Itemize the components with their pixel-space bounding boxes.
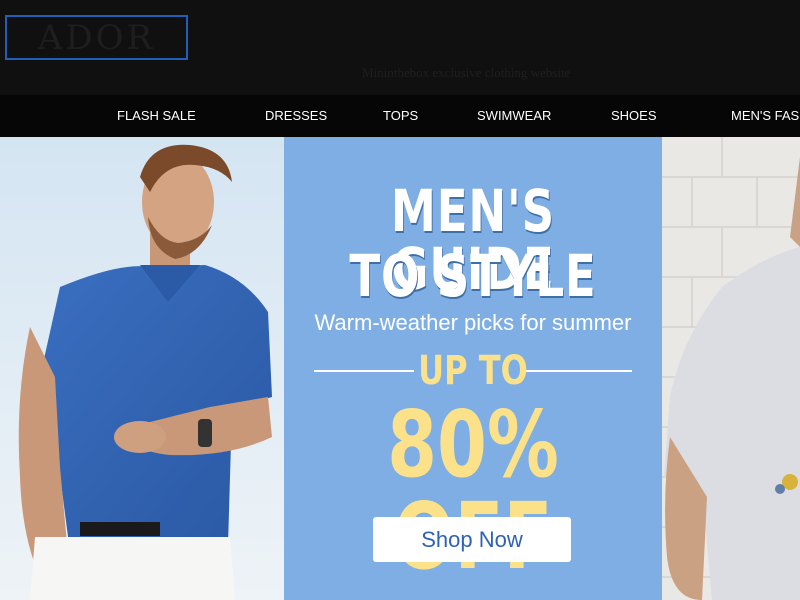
main-nav: FLASH SALE DRESSES TOPS SWIMWEAR SHOES M… xyxy=(0,95,800,137)
model-photo-left xyxy=(0,137,285,600)
nav-item-mens-fashion[interactable]: MEN'S FASHION xyxy=(731,95,800,137)
promo-upto: UP TO xyxy=(418,348,528,394)
model-photo-right xyxy=(662,137,800,600)
nav-item-flash-sale[interactable]: FLASH SALE xyxy=(117,95,196,137)
nav-item-tops[interactable]: TOPS xyxy=(383,95,418,137)
shop-now-button[interactable]: Shop Now xyxy=(373,517,571,562)
logo-text: ADOR xyxy=(37,17,156,58)
nav-item-shoes[interactable]: SHOES xyxy=(611,95,657,137)
promo-subtitle: Warm-weather picks for summer xyxy=(314,310,632,335)
logo[interactable]: ADOR xyxy=(5,15,188,60)
hero-banner[interactable]: MEN'S GUIDE TO STYLE Warm-weather picks … xyxy=(0,137,800,600)
site-tagline: Mininthebox exclusive clothing website xyxy=(362,65,571,80)
promo-panel: MEN'S GUIDE TO STYLE Warm-weather picks … xyxy=(284,137,662,600)
site-header: ADOR Mininthebox exclusive clothing webs… xyxy=(0,0,800,95)
nav-item-swimwear[interactable]: SWIMWEAR xyxy=(477,95,551,137)
nav-item-dresses[interactable]: DRESSES xyxy=(265,95,327,137)
promo-title-line2: TO STYLE xyxy=(349,242,597,310)
